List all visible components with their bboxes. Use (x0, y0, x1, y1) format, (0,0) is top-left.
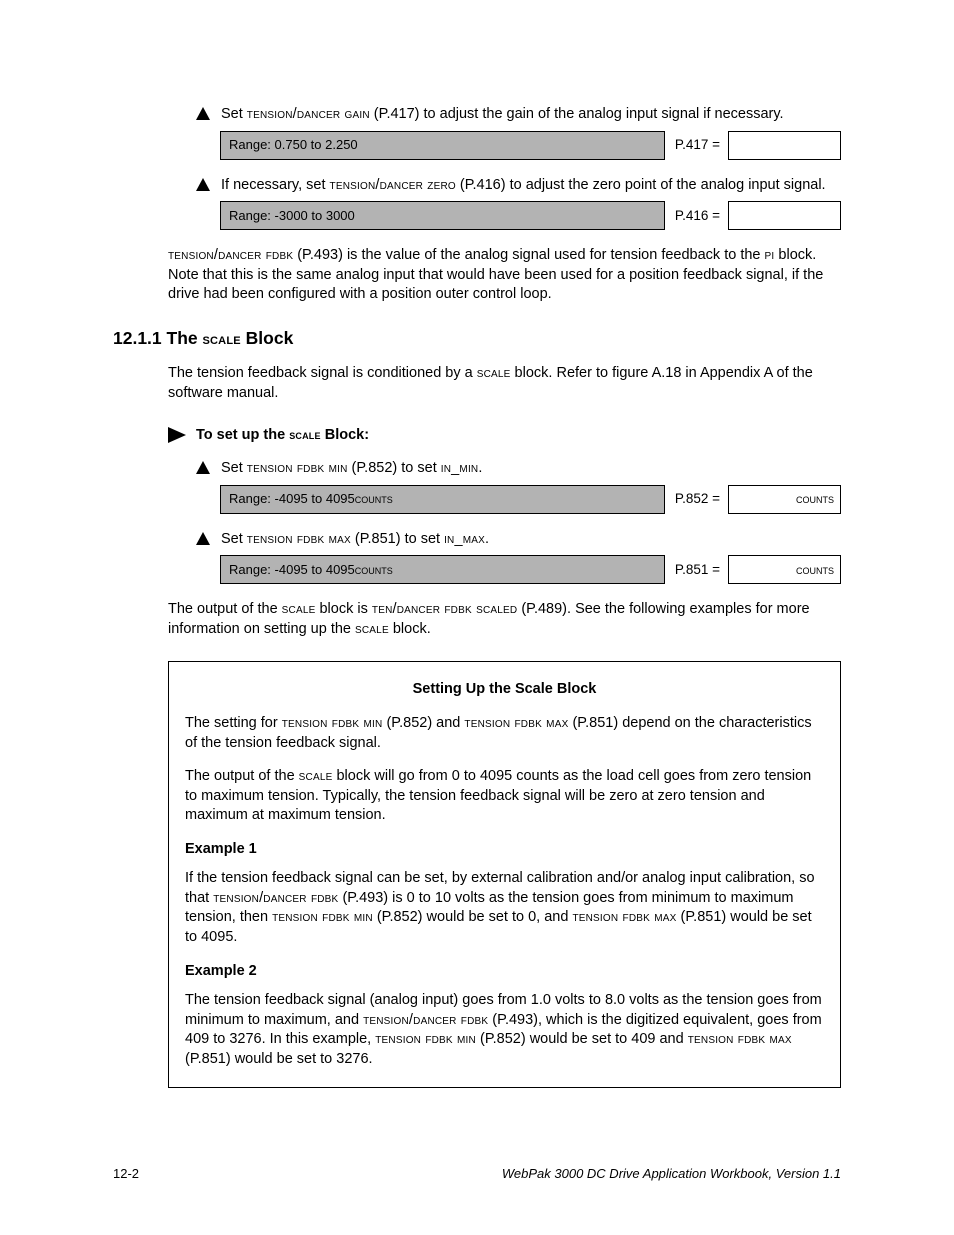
section-heading: 12.1.1 The scale Block (113, 327, 841, 351)
box-paragraph: The output of the scale block will go fr… (185, 767, 824, 826)
example-box: Setting Up the Scale Block The setting f… (168, 661, 841, 1088)
step-text: Set tension fdbk max (P.851) to set in_m… (221, 530, 841, 550)
param-label: P.417 = (665, 131, 728, 160)
page-number: 12-2 (113, 1165, 139, 1183)
box-title: Setting Up the Scale Block (185, 680, 824, 700)
document-title: WebPak 3000 DC Drive Application Workboo… (502, 1165, 841, 1183)
step-text: Set tension fdbk min (P.852) to set in_m… (221, 459, 841, 479)
param-bar: Range: 0.750 to 2.250 P.417 = (220, 131, 841, 160)
param-label: P.852 = (665, 485, 728, 514)
box-paragraph: If the tension feedback signal can be se… (185, 869, 824, 947)
param-label: P.416 = (665, 201, 728, 230)
triangle-up-icon (196, 178, 210, 191)
body-paragraph: The output of the scale block is ten/dan… (168, 600, 841, 639)
range-box: Range: -4095 to 4095 counts (220, 555, 665, 584)
example-heading: Example 1 (185, 840, 824, 860)
param-bar: Range: -4095 to 4095 counts P.851 = coun… (220, 555, 841, 584)
value-box[interactable] (728, 131, 841, 160)
procedure-heading: To set up the scale Block: (168, 426, 841, 446)
value-box[interactable]: counts (728, 555, 841, 584)
triangle-right-icon (168, 427, 186, 443)
step-item: Set tension fdbk min (P.852) to set in_m… (196, 459, 841, 479)
range-box: Range: 0.750 to 2.250 (220, 131, 665, 160)
value-box[interactable] (728, 201, 841, 230)
range-box: Range: -4095 to 4095 counts (220, 485, 665, 514)
step-item: Set tension fdbk max (P.851) to set in_m… (196, 530, 841, 550)
range-box: Range: -3000 to 3000 (220, 201, 665, 230)
body-paragraph: The tension feedback signal is condition… (168, 364, 841, 403)
step-text: If necessary, set tension/dancer zero (P… (221, 176, 841, 196)
body-paragraph: tension/dancer fdbk (P.493) is the value… (168, 246, 841, 305)
param-bar: Range: -3000 to 3000 P.416 = (220, 201, 841, 230)
param-label: P.851 = (665, 555, 728, 584)
example-heading: Example 2 (185, 962, 824, 982)
box-paragraph: The tension feedback signal (analog inpu… (185, 991, 824, 1069)
triangle-up-icon (196, 107, 210, 120)
value-box[interactable]: counts (728, 485, 841, 514)
page-footer: 12-2 WebPak 3000 DC Drive Application Wo… (113, 1165, 841, 1183)
box-paragraph: The setting for tension fdbk min (P.852)… (185, 714, 824, 753)
param-bar: Range: -4095 to 4095 counts P.852 = coun… (220, 485, 841, 514)
triangle-up-icon (196, 461, 210, 474)
triangle-up-icon (196, 532, 210, 545)
step-text: Set tension/dancer gain (P.417) to adjus… (221, 105, 841, 125)
step-item: Set tension/dancer gain (P.417) to adjus… (196, 105, 841, 125)
step-item: If necessary, set tension/dancer zero (P… (196, 176, 841, 196)
